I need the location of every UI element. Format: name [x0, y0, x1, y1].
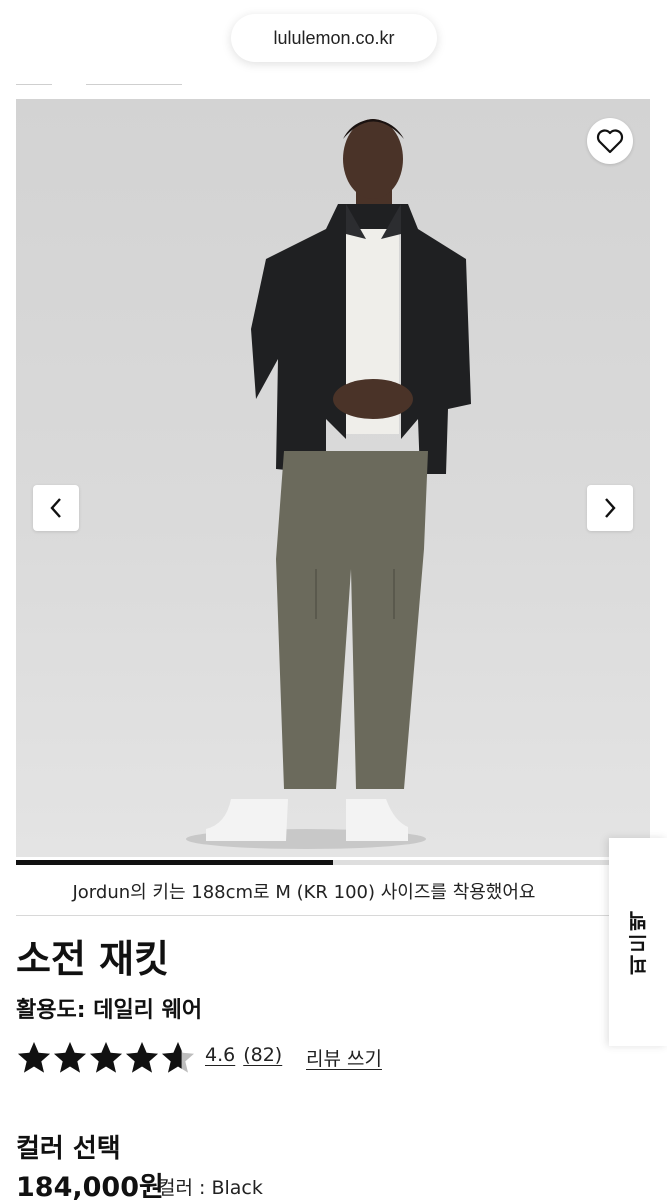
- rating-value[interactable]: 4.6: [205, 1044, 235, 1066]
- feedback-tab-label: 피드백: [626, 909, 651, 975]
- url-text: lululemon.co.kr: [273, 27, 395, 48]
- model-size-caption: Jordun의 키는 188cm로 M (KR 100) 사이즈를 착용했어요: [72, 882, 536, 903]
- product-price: 184,000원: [16, 1172, 164, 1203]
- section-divider: [16, 915, 610, 916]
- product-title: 소전 재킷: [16, 937, 170, 981]
- color-label: 컬러 :: [158, 1177, 206, 1199]
- star-icon: [162, 1042, 194, 1073]
- favorite-button[interactable]: [587, 118, 633, 164]
- chevron-left-icon: [50, 498, 61, 518]
- gallery-progress: [16, 860, 650, 865]
- url-bar[interactable]: lululemon.co.kr: [231, 14, 437, 62]
- next-image-button[interactable]: [587, 485, 633, 531]
- selected-color: 컬러 : Black: [158, 1173, 263, 1200]
- star-icon: [54, 1042, 86, 1073]
- usage-row: 활용도: 데일리 웨어: [16, 992, 202, 1024]
- prev-image-button[interactable]: [33, 485, 79, 531]
- model-illustration: [186, 119, 471, 849]
- review-count[interactable]: (82): [243, 1044, 282, 1066]
- rating-stars[interactable]: [16, 1040, 196, 1076]
- color-value: Black: [211, 1177, 263, 1199]
- star-icon: [126, 1042, 158, 1073]
- usage-label: 활용도:: [16, 998, 86, 1023]
- usage-value: 데일리 웨어: [93, 998, 203, 1023]
- product-image[interactable]: [16, 99, 650, 857]
- top-divider-left: [16, 84, 52, 85]
- write-review-link[interactable]: 리뷰 쓰기: [306, 1044, 382, 1071]
- feedback-tab[interactable]: 피드백: [609, 838, 667, 1046]
- chevron-right-icon: [605, 498, 616, 518]
- rating-summary[interactable]: 4.6 (82): [205, 1044, 282, 1066]
- gallery-progress-fill: [16, 860, 333, 865]
- color-select-heading: 컬러 선택: [16, 1134, 121, 1164]
- top-divider-right: [86, 84, 182, 85]
- heart-icon: [596, 129, 624, 154]
- star-icon: [18, 1042, 50, 1073]
- star-icon: [90, 1042, 122, 1073]
